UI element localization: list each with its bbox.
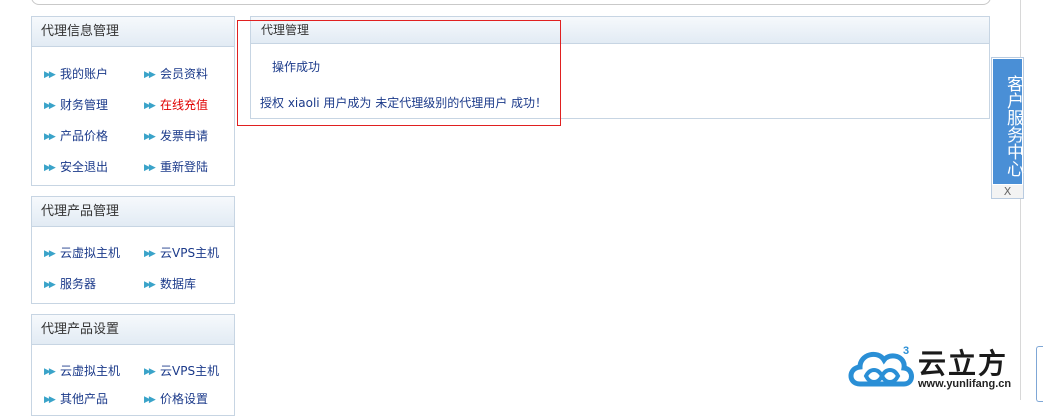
- double-arrow-icon: ▶▶: [44, 132, 56, 142]
- nav-online-recharge[interactable]: ▶▶ 在线充值: [144, 97, 208, 113]
- nav-label: 云VPS主机: [160, 246, 220, 260]
- double-arrow-icon: ▶▶: [44, 70, 56, 80]
- nav-label: 会员资料: [160, 67, 209, 81]
- panel-title: 代理产品管理: [32, 197, 234, 227]
- panel-agent-info: 代理信息管理 ▶▶ 我的账户 ▶▶ 会员资料 ▶▶ 财务管理 ▶▶ 在线充值 ▶▶ 产品价…: [31, 16, 235, 186]
- double-arrow-icon: ▶▶: [144, 249, 156, 259]
- panel-product-settings: 代理产品设置 ▶▶ 云虚拟主机 ▶▶ 云VPS主机 ▶▶ 其他产品 ▶▶ 价格设置: [31, 314, 235, 416]
- nav-cloud-host[interactable]: ▶▶ 云虚拟主机: [44, 245, 120, 261]
- nav-label: 产品价格: [60, 129, 109, 143]
- double-arrow-icon: ▶▶: [44, 280, 56, 290]
- edge-side-tab[interactable]: [1036, 346, 1043, 402]
- double-arrow-icon: ▶▶: [44, 163, 56, 173]
- nav-invoice[interactable]: ▶▶ 发票申请: [144, 128, 208, 144]
- panel-title: 代理信息管理: [32, 17, 234, 47]
- nav-relogin[interactable]: ▶▶ 重新登陆: [144, 159, 208, 175]
- double-arrow-icon: ▶▶: [44, 367, 56, 377]
- double-arrow-icon: ▶▶: [44, 395, 56, 405]
- nav-label: 价格设置: [160, 392, 209, 406]
- nav-cloud-vps-settings[interactable]: ▶▶ 云VPS主机: [144, 363, 219, 379]
- nav-label: 云虚拟主机: [60, 364, 121, 378]
- nav-label: 重新登陆: [160, 160, 209, 174]
- nav-cloud-vps[interactable]: ▶▶ 云VPS主机: [144, 245, 219, 261]
- nav-member-info[interactable]: ▶▶ 会员资料: [144, 66, 208, 82]
- nav-label: 在线充值: [160, 98, 209, 112]
- double-arrow-icon: ▶▶: [144, 163, 156, 173]
- logo-name: 云立方: [918, 347, 1009, 380]
- logo-superscript: 3: [903, 345, 909, 357]
- double-arrow-icon: ▶▶: [144, 280, 156, 290]
- customer-service-label[interactable]: 客户服务中心: [993, 59, 1023, 184]
- double-arrow-icon: ▶▶: [144, 101, 156, 111]
- nav-other-products[interactable]: ▶▶ 其他产品: [44, 391, 108, 407]
- nav-label: 云虚拟主机: [60, 246, 121, 260]
- nav-product-price[interactable]: ▶▶ 产品价格: [44, 128, 108, 144]
- double-arrow-icon: ▶▶: [44, 249, 56, 259]
- double-arrow-icon: ▶▶: [144, 367, 156, 377]
- nav-finance[interactable]: ▶▶ 财务管理: [44, 97, 108, 113]
- annotation-highlight-box: [237, 20, 561, 126]
- nav-logout[interactable]: ▶▶ 安全退出: [44, 159, 108, 175]
- logo-url: www.yunlifang.cn: [918, 378, 1012, 390]
- nav-my-account[interactable]: ▶▶ 我的账户: [44, 66, 108, 82]
- double-arrow-icon: ▶▶: [144, 132, 156, 142]
- nav-label: 发票申请: [160, 129, 209, 143]
- customer-service-tab[interactable]: 客户服务中心 X: [991, 57, 1024, 199]
- nav-label: 服务器: [60, 277, 97, 291]
- double-arrow-icon: ▶▶: [144, 395, 156, 405]
- nav-label: 安全退出: [60, 160, 109, 174]
- panel-product-management: 代理产品管理 ▶▶ 云虚拟主机 ▶▶ 云VPS主机 ▶▶ 服务器 ▶▶ 数据库: [31, 196, 235, 304]
- close-icon[interactable]: X: [992, 185, 1023, 198]
- panel-title: 代理产品设置: [32, 315, 234, 345]
- nav-database[interactable]: ▶▶ 数据库: [144, 276, 196, 292]
- double-arrow-icon: ▶▶: [144, 70, 156, 80]
- top-strip: [31, 0, 991, 5]
- nav-server[interactable]: ▶▶ 服务器: [44, 276, 96, 292]
- double-arrow-icon: ▶▶: [44, 101, 56, 111]
- nav-label: 其他产品: [60, 392, 109, 406]
- nav-price-settings[interactable]: ▶▶ 价格设置: [144, 391, 208, 407]
- nav-cloud-host-settings[interactable]: ▶▶ 云虚拟主机: [44, 363, 120, 379]
- nav-label: 数据库: [160, 277, 197, 291]
- nav-label: 云VPS主机: [160, 364, 220, 378]
- nav-label: 财务管理: [60, 98, 109, 112]
- nav-label: 我的账户: [60, 67, 109, 81]
